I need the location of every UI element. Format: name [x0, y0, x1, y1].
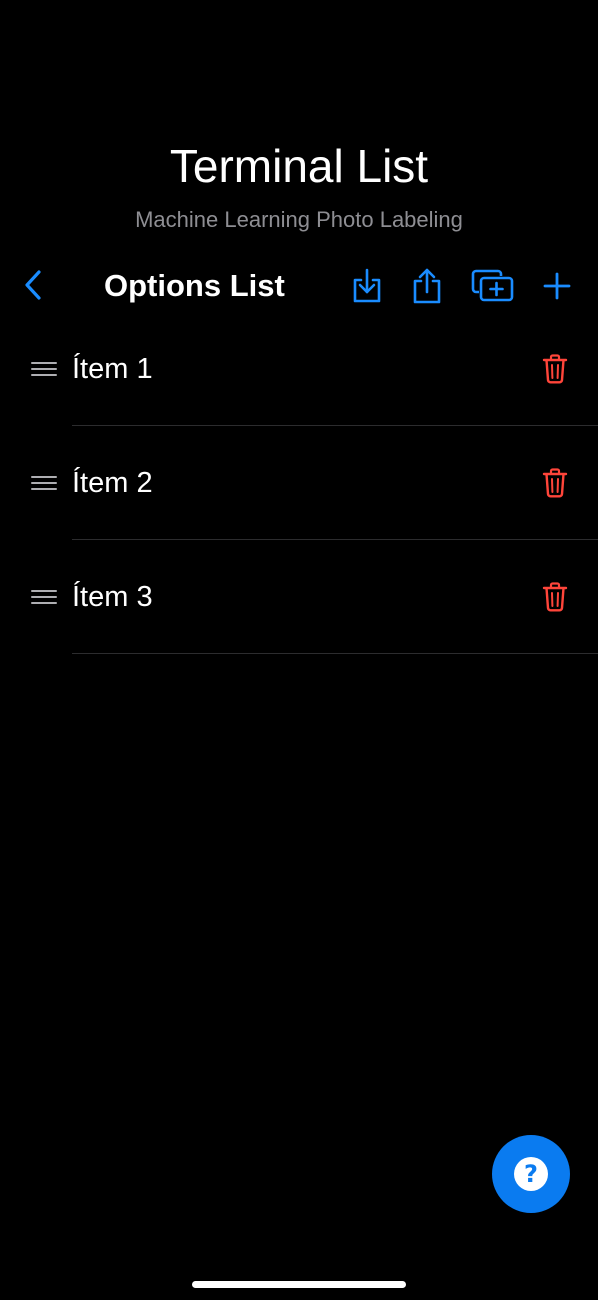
stacked-squares-plus-icon: [471, 269, 514, 302]
plus-icon: [543, 272, 571, 300]
delete-button[interactable]: [538, 466, 572, 500]
duplicate-button[interactable]: [470, 266, 516, 306]
back-button[interactable]: [16, 268, 50, 302]
delete-button[interactable]: [538, 352, 572, 386]
add-button[interactable]: [537, 266, 577, 306]
import-button[interactable]: [347, 266, 387, 306]
list-item-label: Ítem 1: [72, 353, 153, 385]
trash-icon: [542, 582, 568, 612]
page-subtitle: Machine Learning Photo Labeling: [135, 207, 463, 232]
delete-button[interactable]: [538, 580, 572, 614]
list-item[interactable]: Ítem 2: [0, 426, 598, 540]
list-item-label: Ítem 2: [72, 467, 153, 499]
home-indicator[interactable]: [192, 1281, 406, 1288]
list-item[interactable]: Ítem 1: [0, 312, 598, 426]
share-button[interactable]: [407, 266, 447, 306]
row-divider: [72, 653, 598, 654]
reorder-handle-icon[interactable]: [30, 474, 58, 492]
question-mark-icon: ?: [514, 1157, 548, 1191]
chevron-left-icon: [25, 270, 41, 300]
trash-icon: [542, 354, 568, 384]
share-arrow-up-icon: [413, 268, 441, 304]
reorder-handle-icon[interactable]: [30, 588, 58, 606]
page-title: Terminal List: [169, 140, 429, 192]
list-item-label: Ítem 3: [72, 581, 153, 613]
list-item[interactable]: Ítem 3: [0, 540, 598, 654]
tray-arrow-down-icon: [353, 268, 381, 303]
options-list: Ítem 1 Ítem 2 Ítem 3: [0, 312, 598, 654]
navigation-bar: Options List: [0, 258, 598, 314]
trash-icon: [542, 468, 568, 498]
reorder-handle-icon[interactable]: [30, 360, 58, 378]
nav-title: Options List: [104, 268, 285, 303]
help-button[interactable]: ?: [492, 1135, 570, 1213]
